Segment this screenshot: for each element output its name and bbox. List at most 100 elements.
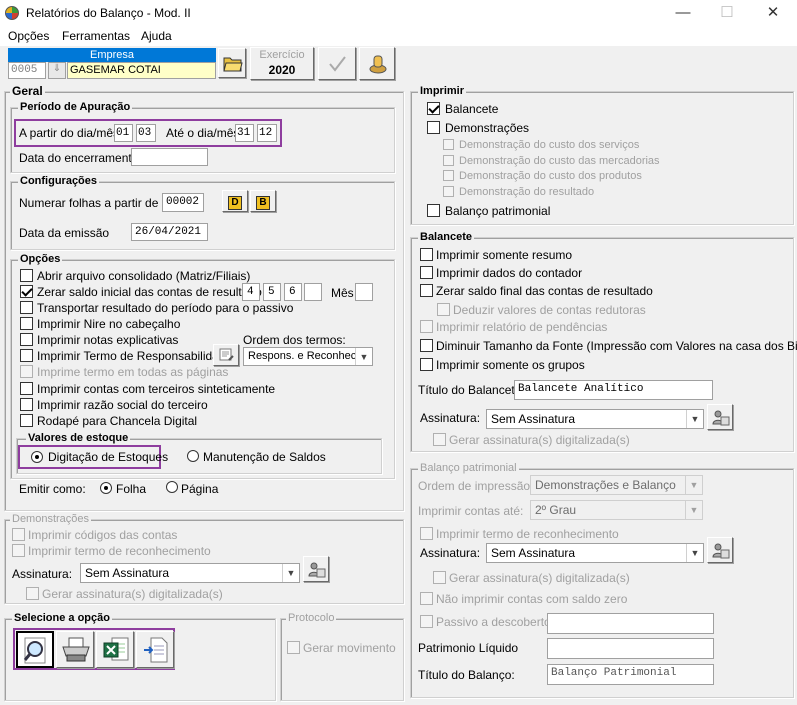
ordem-impressao-select[interactable]: Demonstrações e Balanço ▼ [530, 475, 703, 495]
custo-servicos-checkbox[interactable] [443, 139, 454, 150]
gerar-movimento-checkbox[interactable] [287, 641, 300, 654]
mes-field[interactable] [355, 283, 373, 301]
demo-gerar-checkbox[interactable] [26, 587, 39, 600]
bal-assinatura-button[interactable] [707, 404, 733, 430]
menu-ferramentas[interactable]: Ferramentas [62, 29, 130, 43]
chevron-down-icon: ▼ [686, 544, 703, 562]
razao-social-checkbox[interactable] [20, 398, 33, 411]
bal-assinatura-select[interactable]: Sem Assinatura ▼ [486, 409, 704, 429]
balancete-checkbox[interactable] [427, 102, 440, 115]
demo-assinatura-select[interactable]: Sem Assinatura ▼ [80, 563, 300, 583]
print-button[interactable] [56, 631, 94, 668]
resumo-label: Imprimir somente resumo [436, 248, 573, 262]
grupos-label: Imprimir somente os grupos [436, 358, 585, 372]
maximize-button[interactable]: ☐ [704, 0, 750, 26]
termo-checkbox[interactable] [20, 349, 33, 362]
diminuir-label: Diminuir Tamanho da Fonte (Impressão com… [436, 339, 797, 353]
diminuir-checkbox[interactable] [420, 339, 433, 352]
contas-ate-select[interactable]: 2º Grau ▼ [530, 500, 703, 520]
start-month-field[interactable]: 03 [136, 124, 156, 142]
notas-label: Imprimir notas explicativas [37, 333, 179, 347]
rodape-checkbox[interactable] [20, 414, 33, 427]
emissao-field[interactable]: 26/04/2021 [131, 223, 208, 241]
folha-radio[interactable] [100, 482, 112, 494]
custo-mercadorias-label: Demonstração do custo das mercadorias [459, 155, 660, 167]
exercicio-value: 2020 [268, 63, 296, 77]
end-month-field[interactable]: 12 [257, 124, 277, 142]
passivo-checkbox[interactable] [420, 615, 433, 628]
app-icon [5, 6, 19, 20]
titulo-balanco-field[interactable]: Balanço Patrimonial [547, 664, 714, 685]
encerramento-label: Data do encerramento [19, 151, 139, 165]
notas-checkbox[interactable] [20, 333, 33, 346]
open-folder-button[interactable] [218, 48, 246, 78]
demo-assinatura-button[interactable] [303, 556, 329, 582]
zerar-field-4[interactable] [304, 283, 322, 301]
check-button[interactable] [318, 47, 356, 80]
codigos-checkbox[interactable] [12, 528, 25, 541]
grupos-checkbox[interactable] [420, 358, 433, 371]
protocolo-group [280, 618, 404, 701]
empresa-name-field[interactable]: GASEMAR COTAI [67, 62, 216, 79]
zerar-field-1[interactable]: 4 [242, 283, 260, 301]
razao-social-label: Imprimir razão social do terceiro [37, 398, 208, 412]
transportar-checkbox[interactable] [20, 301, 33, 314]
titulo-balancete-field[interactable]: Balancete Analítico [514, 380, 713, 400]
close-button[interactable]: ✕ [750, 0, 796, 26]
pagina-label: Página [181, 482, 219, 496]
patrimonio-field[interactable] [547, 638, 714, 659]
titulo-balancete-label: Título do Balancete: [418, 383, 525, 397]
pendencias-checkbox[interactable] [420, 320, 433, 333]
encerramento-field[interactable] [131, 148, 208, 166]
codigos-label: Imprimir códigos das contas [28, 528, 178, 542]
nao-zero-checkbox[interactable] [420, 592, 433, 605]
termo-edit-button[interactable] [213, 344, 239, 366]
d-button[interactable]: D [222, 190, 248, 212]
b-button[interactable]: B [250, 190, 276, 212]
pagina-radio[interactable] [166, 481, 178, 493]
exercicio-box[interactable]: Exercício 2020 [250, 47, 314, 80]
export-document-button[interactable] [136, 631, 174, 668]
demo-termo-checkbox[interactable] [12, 544, 25, 557]
contas-terceiros-checkbox[interactable] [20, 382, 33, 395]
imprime-termo-checkbox[interactable] [20, 365, 33, 378]
manutencao-radio[interactable] [187, 450, 199, 462]
menu-opcoes[interactable]: Opções [8, 29, 49, 43]
digitacao-radio[interactable] [31, 451, 43, 463]
custo-produtos-checkbox[interactable] [443, 170, 454, 181]
minimize-button[interactable]: — [660, 0, 706, 26]
resumo-checkbox[interactable] [420, 248, 433, 261]
passivo-field[interactable] [547, 613, 714, 634]
bp-assinatura-button[interactable] [707, 537, 733, 563]
a-partir-label: A partir do dia/mês [19, 126, 120, 140]
start-day-field[interactable]: 01 [114, 124, 133, 142]
zerar-final-checkbox[interactable] [420, 284, 433, 297]
bp-termo-label: Imprimir termo de reconhecimento [436, 527, 619, 541]
bp-gerar-checkbox[interactable] [433, 571, 446, 584]
preview-button[interactable] [16, 631, 54, 668]
menu-ajuda[interactable]: Ajuda [141, 29, 172, 43]
resultado-checkbox[interactable] [443, 186, 454, 197]
empresa-code-field[interactable]: 0005 [8, 62, 46, 79]
end-day-field[interactable]: 31 [235, 124, 254, 142]
abrir-checkbox[interactable] [20, 269, 33, 282]
demonstracoes-checkbox[interactable] [427, 121, 440, 134]
print-settings-button[interactable] [359, 47, 395, 80]
estoque-title: Valores de estoque [26, 432, 131, 444]
numerar-field[interactable]: 00002 [162, 193, 204, 212]
balanco-checkbox[interactable] [427, 204, 440, 217]
custo-mercadorias-checkbox[interactable] [443, 155, 454, 166]
zerar-field-3[interactable]: 6 [284, 283, 302, 301]
signature-users-icon [712, 410, 730, 426]
empresa-lookup-button[interactable]: ⇓ [48, 62, 66, 79]
bal-gerar-checkbox[interactable] [433, 433, 446, 446]
excel-button[interactable] [96, 631, 134, 668]
contador-checkbox[interactable] [420, 266, 433, 279]
ordem-termos-select[interactable]: Respons. e Reconhec. ▼ [243, 347, 373, 366]
nire-checkbox[interactable] [20, 317, 33, 330]
zerar-checkbox[interactable] [20, 285, 33, 298]
zerar-field-2[interactable]: 5 [263, 283, 281, 301]
bp-termo-checkbox[interactable] [420, 527, 433, 540]
bp-assinatura-select[interactable]: Sem Assinatura ▼ [486, 543, 704, 563]
deduzir-checkbox[interactable] [437, 303, 450, 316]
